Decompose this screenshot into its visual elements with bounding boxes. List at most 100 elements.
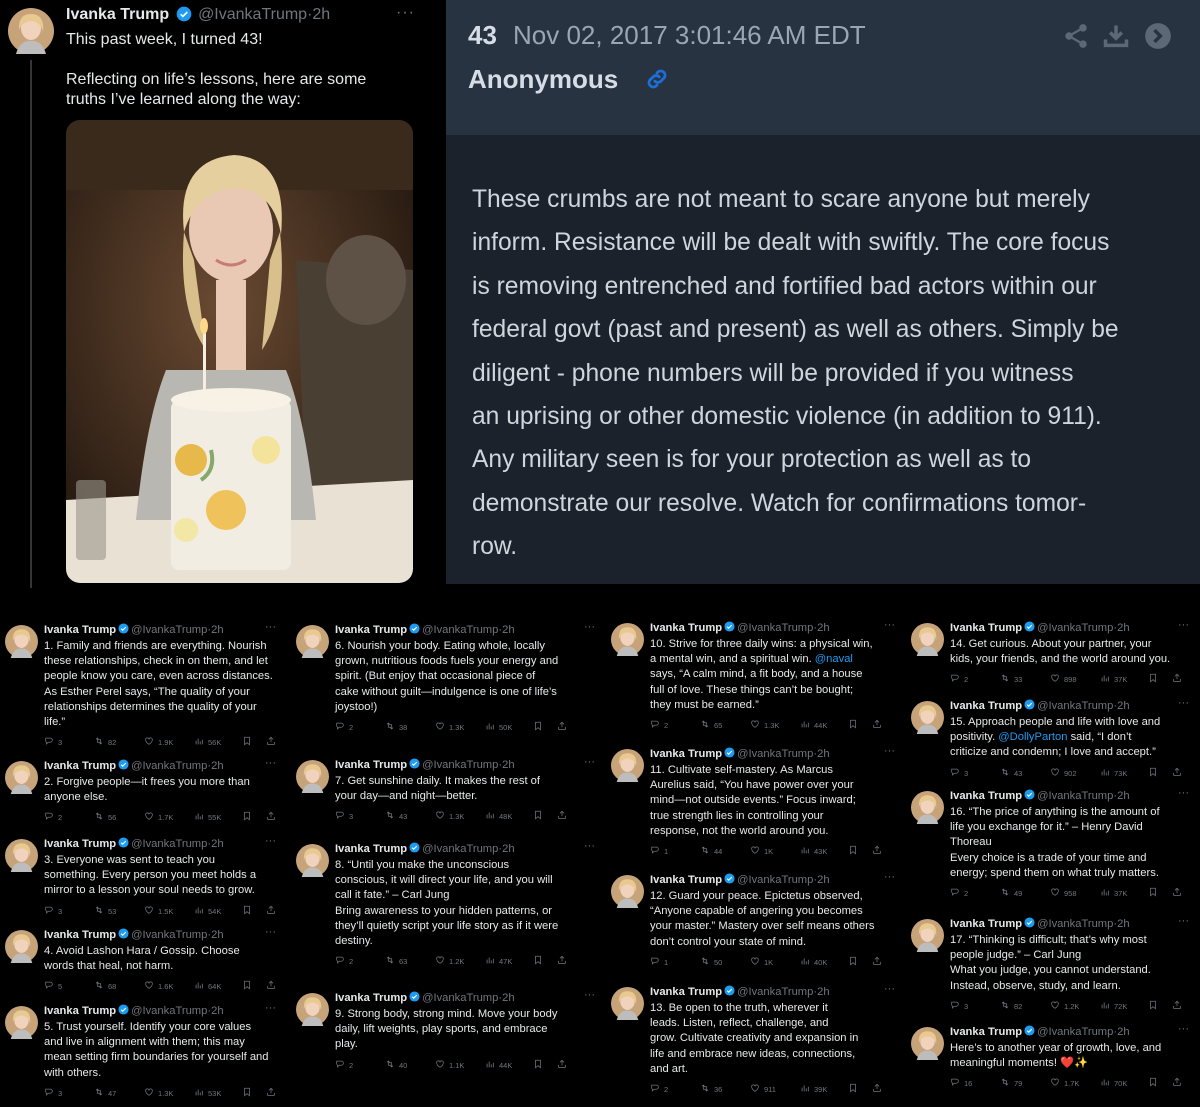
avatar[interactable] [611,749,644,782]
avatar[interactable] [911,1027,944,1060]
author-handle[interactable]: @IvankaTrump [131,760,207,772]
author-handle[interactable]: @IvankaTrump [422,759,498,771]
reply-icon[interactable] [950,1077,960,1087]
bookmark-icon[interactable] [848,719,858,729]
share-icon[interactable] [1172,1077,1182,1087]
tweet-time[interactable]: 2h [211,838,223,850]
author-handle[interactable]: @IvankaTrump [1037,918,1113,930]
author-name[interactable]: Ivanka Trump [950,918,1022,930]
avatar[interactable] [296,844,329,877]
more-icon[interactable]: ··· [1178,697,1189,709]
bookmark-icon[interactable] [533,721,543,731]
author-handle[interactable]: @IvankaTrump [422,624,498,636]
like-icon[interactable] [435,810,445,820]
bookmark-icon[interactable] [533,955,543,965]
more-icon[interactable]: ··· [584,756,595,768]
views-icon[interactable] [800,1083,810,1093]
more-icon[interactable]: ··· [1178,1023,1189,1035]
avatar[interactable] [5,761,38,794]
views-icon[interactable] [1100,767,1110,777]
tweet-time[interactable]: 2h [1117,1026,1129,1038]
views-icon[interactable] [194,1087,204,1097]
author-name[interactable]: Ivanka Trump [44,624,116,636]
author-name[interactable]: Ivanka Trump [44,1005,116,1017]
author-name[interactable]: Ivanka Trump [950,790,1022,802]
reply-icon[interactable] [335,721,345,731]
views-icon[interactable] [1100,673,1110,683]
share-icon[interactable] [1172,1000,1182,1010]
more-icon[interactable]: ··· [265,1002,276,1014]
repost-icon[interactable] [700,845,710,855]
author-name[interactable]: Ivanka Trump [950,700,1022,712]
share-icon[interactable] [1172,887,1182,897]
author-handle[interactable]: @IvankaTrump [131,929,207,941]
share-icon[interactable] [872,845,882,855]
share-icon[interactable] [557,810,567,820]
views-icon[interactable] [485,810,495,820]
tweet-time[interactable]: 2h [1117,700,1129,712]
views-icon[interactable] [194,811,204,821]
tweet-time[interactable]: 2h [502,992,514,1004]
more-icon[interactable]: ··· [265,757,276,769]
repost-icon[interactable] [700,1083,710,1093]
avatar[interactable] [296,625,329,658]
like-icon[interactable] [1050,887,1060,897]
more-icon[interactable]: ··· [396,4,415,22]
avatar[interactable] [296,760,329,793]
author-name[interactable]: Ivanka Trump [650,748,722,760]
tweet-time[interactable]: 2h [1117,790,1129,802]
repost-icon[interactable] [94,905,104,915]
author-handle[interactable]: @IvankaTrump [1037,622,1113,634]
like-icon[interactable] [750,845,760,855]
reply-icon[interactable] [44,1087,54,1097]
like-icon[interactable] [1050,1000,1060,1010]
like-icon[interactable] [144,980,154,990]
tweet-time[interactable]: 2h [211,760,223,772]
share-icon[interactable] [872,1083,882,1093]
views-icon[interactable] [1100,1077,1110,1087]
tweet-time[interactable]: 2h [211,1005,223,1017]
link-icon[interactable] [644,66,670,92]
more-icon[interactable]: ··· [884,619,895,631]
repost-icon[interactable] [94,980,104,990]
author-name[interactable]: Ivanka Trump [650,986,722,998]
repost-icon[interactable] [1000,673,1010,683]
repost-icon[interactable] [94,811,104,821]
tweet-time[interactable]: 2h [211,624,223,636]
like-icon[interactable] [435,721,445,731]
views-icon[interactable] [485,721,495,731]
avatar[interactable] [911,919,944,952]
author-handle[interactable]: @IvankaTrump [422,992,498,1004]
reply-icon[interactable] [650,956,660,966]
more-icon[interactable]: ··· [1178,915,1189,927]
avatar[interactable] [5,625,38,658]
tweet-time[interactable]: 2h [1117,918,1129,930]
views-icon[interactable] [800,719,810,729]
share-icon[interactable] [872,956,882,966]
repost-icon[interactable] [385,810,395,820]
reply-icon[interactable] [335,810,345,820]
author-name[interactable]: Ivanka Trump [650,874,722,886]
avatar[interactable] [611,623,644,656]
repost-icon[interactable] [385,721,395,731]
tweet-time[interactable]: 2h [1117,622,1129,634]
author-name[interactable]: Ivanka Trump [335,759,407,771]
author-name[interactable]: Ivanka Trump [44,838,116,850]
reply-icon[interactable] [650,1083,660,1093]
like-icon[interactable] [144,736,154,746]
tweet-time[interactable]: 2h [502,624,514,636]
more-icon[interactable]: ··· [265,926,276,938]
like-icon[interactable] [1050,673,1060,683]
bookmark-icon[interactable] [848,956,858,966]
author-handle[interactable]: @IvankaTrump [1037,1026,1113,1038]
avatar[interactable] [5,839,38,872]
reply-icon[interactable] [44,905,54,915]
reply-icon[interactable] [950,767,960,777]
share-icon[interactable] [557,955,567,965]
reply-icon[interactable] [44,980,54,990]
like-icon[interactable] [144,905,154,915]
avatar[interactable] [296,993,329,1026]
repost-icon[interactable] [1000,1000,1010,1010]
reply-icon[interactable] [950,673,960,683]
reply-icon[interactable] [650,719,660,729]
